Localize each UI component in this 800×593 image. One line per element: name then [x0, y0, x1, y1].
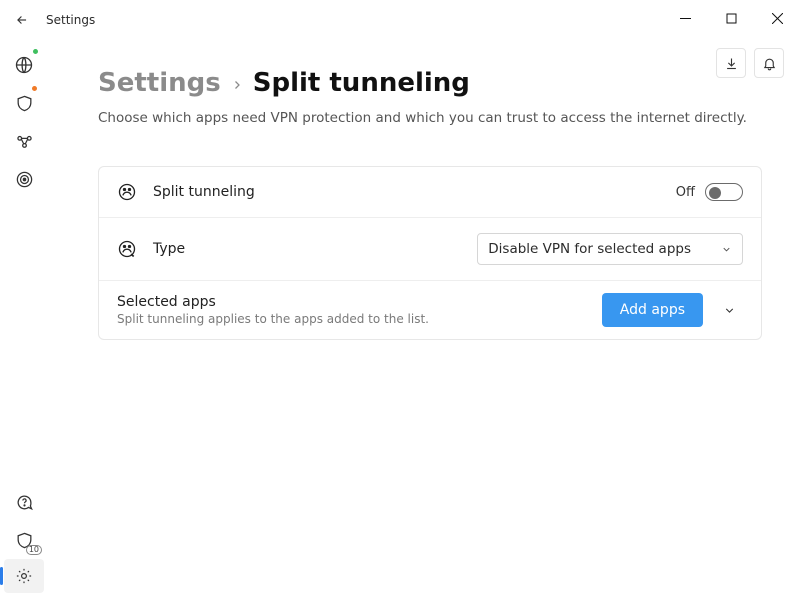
sidebar-item-globe[interactable]	[0, 46, 48, 84]
type-select-value: Disable VPN for selected apps	[488, 241, 691, 257]
row-type: Type Disable VPN for selected apps	[99, 217, 761, 280]
chevron-right-icon	[231, 75, 243, 96]
breadcrumb-root[interactable]: Settings	[98, 68, 221, 98]
split-tunneling-label: Split tunneling	[153, 184, 255, 200]
main-content: Settings Split tunneling Choose which ap…	[48, 40, 800, 593]
maximize-button[interactable]	[708, 0, 754, 36]
sidebar-item-help[interactable]	[0, 483, 48, 521]
window-controls	[662, 0, 800, 36]
minimize-icon	[680, 13, 691, 24]
page-subtitle: Choose which apps need VPN protection an…	[98, 110, 762, 126]
add-apps-button[interactable]: Add apps	[602, 293, 703, 327]
notifications-button[interactable]	[754, 48, 784, 78]
globe-icon	[14, 55, 34, 75]
download-icon	[724, 56, 739, 71]
shield-icon	[15, 94, 34, 113]
selected-apps-subtitle: Split tunneling applies to the apps adde…	[117, 312, 602, 326]
titlebar-app-name: Settings	[46, 13, 95, 27]
close-button[interactable]	[754, 0, 800, 36]
settings-card: Split tunneling Off Type Disable VPN for…	[98, 166, 762, 340]
sidebar-item-target[interactable]	[0, 160, 48, 198]
type-label: Type	[153, 241, 185, 257]
status-dot-orange-icon	[31, 85, 38, 92]
bell-icon	[762, 56, 777, 71]
back-button[interactable]	[8, 6, 36, 34]
status-dot-green-icon	[32, 48, 39, 55]
selected-apps-title: Selected apps	[117, 294, 602, 310]
sidebar: 10	[0, 40, 48, 593]
breadcrumb: Settings Split tunneling	[98, 68, 762, 98]
row-split-tunneling: Split tunneling Off	[99, 167, 761, 217]
sidebar-item-shield[interactable]	[0, 84, 48, 122]
download-button[interactable]	[716, 48, 746, 78]
chevron-down-icon	[721, 244, 732, 255]
breadcrumb-current: Split tunneling	[253, 68, 470, 98]
toggle-state-text: Off	[676, 185, 695, 200]
type-select[interactable]: Disable VPN for selected apps	[477, 233, 743, 265]
sidebar-item-chain[interactable]	[0, 122, 48, 160]
split-tunneling-toggle[interactable]	[705, 183, 743, 201]
sidebar-item-shield-count[interactable]: 10	[0, 521, 48, 559]
row-selected-apps: Selected apps Split tunneling applies to…	[99, 280, 761, 339]
expand-selected-apps[interactable]	[715, 296, 743, 324]
shield-count-badge: 10	[26, 545, 42, 555]
header-actions	[716, 48, 784, 78]
minimize-button[interactable]	[662, 0, 708, 36]
type-icon	[117, 239, 137, 259]
chain-icon	[15, 132, 34, 151]
sidebar-item-settings[interactable]	[4, 559, 44, 593]
arrow-left-icon	[15, 13, 29, 27]
chevron-down-icon	[723, 304, 736, 317]
maximize-icon	[726, 13, 737, 24]
chat-help-icon	[15, 493, 34, 512]
close-icon	[772, 13, 783, 24]
gear-icon	[15, 567, 33, 585]
target-icon	[15, 170, 34, 189]
split-tunneling-icon	[117, 182, 137, 202]
